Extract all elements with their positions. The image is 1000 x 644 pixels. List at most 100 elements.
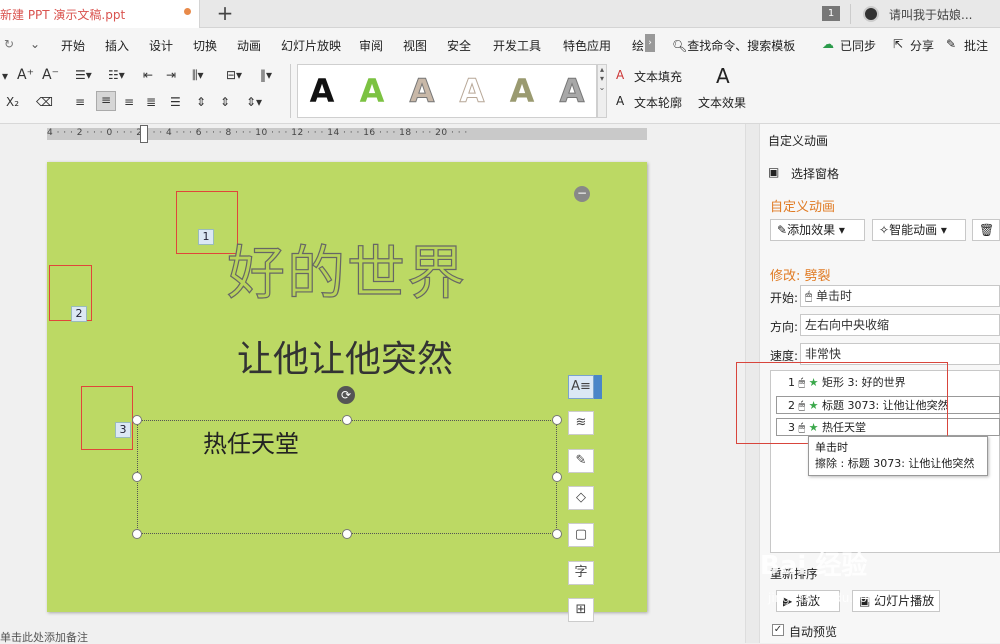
gallery-scroll[interactable]: ▴ ▾ ⌄ (597, 64, 607, 118)
decrease-font-icon[interactable]: A⁻ (42, 67, 59, 83)
resize-handle-br[interactable] (552, 529, 562, 539)
document-tab-title: 新建 PPT 演示文稿.ppt (0, 8, 126, 22)
pen-icon[interactable]: ✎ (568, 449, 594, 473)
line-spacing-options-icon[interactable]: ⇕▾ (246, 94, 262, 110)
resize-handle-tr[interactable] (552, 415, 562, 425)
resize-handle-tl[interactable] (132, 415, 142, 425)
slide-subtitle[interactable]: 让他让他突然 (237, 330, 453, 382)
direction-select[interactable]: 左右向中央收缩 (800, 314, 1000, 336)
style-olive-fill[interactable]: A (502, 71, 542, 111)
document-tab[interactable]: 新建 PPT 演示文稿.ppt (0, 0, 200, 28)
delete-button[interactable]: 🗑︎ (972, 219, 1000, 241)
sync-status[interactable]: 已同步 (840, 37, 876, 54)
resize-handle-b[interactable] (342, 529, 352, 539)
menu-scroll-right-icon[interactable]: › (645, 34, 655, 52)
increase-font-icon[interactable]: A⁺ (17, 67, 34, 83)
user-name[interactable]: 请叫我于姑娘... (889, 6, 1000, 23)
smart-animation-label: 智能动画 (889, 223, 938, 237)
resize-handle-l[interactable] (132, 472, 142, 482)
slide-canvas[interactable]: 1 2 3 好的世界 让他让他突然 ⟳ 热任天堂 (47, 162, 647, 612)
menu-tab-animation[interactable]: 动画 (237, 37, 261, 54)
menu-tab-developer[interactable]: 开发工具 (493, 37, 541, 54)
user-avatar[interactable] (863, 6, 879, 22)
border-icon[interactable]: ▢ (568, 523, 594, 547)
menu-tab-security[interactable]: 安全 (447, 37, 471, 54)
menu-tab-transition[interactable]: 切换 (193, 37, 217, 54)
expand-arrow-icon[interactable] (594, 375, 602, 399)
dropdown-arrow-icon[interactable]: ▾ (2, 68, 8, 84)
eraser-icon[interactable]: ⌫ (36, 94, 53, 110)
menu-tab-design[interactable]: 设计 (149, 37, 173, 54)
cloud-sync-icon: ☁ (822, 37, 834, 51)
style-outline-white[interactable]: A (452, 71, 492, 111)
comment-icon: ✎ (946, 37, 957, 51)
fill-icon[interactable]: ◇ (568, 486, 594, 510)
resize-handle-bl[interactable] (132, 529, 142, 539)
panel-header[interactable]: 自定义动画 (768, 132, 828, 149)
line-spacing-icon[interactable]: ‖▾ (260, 67, 272, 83)
comment-button[interactable]: 批注 (964, 37, 988, 54)
menu-tab-review[interactable]: 审阅 (359, 37, 383, 54)
align-right-icon[interactable]: ≡ (124, 94, 134, 110)
smart-animation-button[interactable]: ✧智能动画 ▾ (872, 219, 966, 241)
animation-tag-3[interactable]: 3 (115, 422, 131, 438)
rotate-handle-icon[interactable]: ⟳ (337, 386, 355, 404)
tab-count-badge[interactable]: 1 (822, 6, 840, 21)
numbered-list-icon[interactable]: ☷▾ (108, 67, 125, 83)
align-left-icon[interactable]: ≡ (75, 94, 85, 110)
subscript-icon[interactable]: X₂ (6, 94, 19, 110)
highlight-box-list (736, 362, 948, 444)
indent-marker-icon[interactable] (140, 125, 148, 143)
text-effect-button[interactable]: 文本效果 (698, 94, 746, 111)
text-style-gallery[interactable]: A A A A A A (297, 64, 597, 118)
style-green-fill[interactable]: A (352, 71, 392, 111)
menu-tab-features[interactable]: 特色应用 (563, 37, 611, 54)
increase-indent-icon[interactable]: ⇥ (166, 67, 176, 83)
share-button[interactable]: 分享 (910, 37, 934, 54)
selected-textbox[interactable] (137, 420, 557, 534)
notes-area[interactable]: 单击此处添加备注 (0, 632, 745, 643)
resize-handle-t[interactable] (342, 415, 352, 425)
text-outline-button[interactable]: 文本轮廓 (634, 94, 682, 111)
quick-access-dropdown-icon[interactable]: ⌄ (30, 37, 40, 51)
font-icon[interactable]: 字 (568, 561, 594, 585)
menu-tab-insert[interactable]: 插入 (105, 37, 129, 54)
layers-icon[interactable]: ≋ (568, 411, 594, 435)
auto-preview-checkbox[interactable]: ✓ (772, 624, 784, 636)
para-spacing-icon[interactable]: ⇕ (196, 94, 206, 110)
bullet-list-icon[interactable]: ☰▾ (75, 67, 92, 83)
align-center-icon[interactable]: ≡ (96, 91, 116, 111)
animation-tooltip: 单击时 擦除 : 标题 3073: 让他让他突然 (808, 436, 988, 476)
animation-tag-2[interactable]: 2 (71, 306, 87, 322)
text-direction-icon[interactable]: ⊟▾ (226, 67, 242, 83)
menu-tab-slideshow[interactable]: 幻灯片放映 (281, 37, 341, 54)
text-fill-button[interactable]: 文本填充 (634, 68, 682, 85)
animation-tag-1[interactable]: 1 (198, 229, 214, 245)
columns-icon[interactable]: ⫼▾ (192, 67, 204, 83)
distribute-icon[interactable]: ☰ (170, 94, 181, 110)
style-grey-bevel[interactable]: A (552, 71, 592, 111)
decrease-indent-icon[interactable]: ⇤ (143, 67, 153, 83)
text-tool-icon[interactable]: A≡ (568, 375, 594, 399)
mouse-icon: 🖱︎ (805, 289, 813, 303)
command-search[interactable]: 🔍︎查找命令、搜索模板 (672, 37, 795, 54)
redo-icon[interactable]: ↻ (4, 37, 14, 51)
style-black-fill[interactable]: A (302, 71, 342, 111)
start-select[interactable]: 🖱︎ 单击时 (800, 285, 1000, 307)
command-search-label: 查找命令、搜索模板 (687, 39, 796, 53)
style-outline-tan[interactable]: A (402, 71, 442, 111)
slide-title[interactable]: 好的世界 (226, 226, 467, 310)
select-pane-button[interactable]: 选择窗格 (791, 165, 839, 182)
menu-tab-draw[interactable]: 绘 (632, 37, 644, 54)
para-spacing-after-icon[interactable]: ⇕ (220, 94, 230, 110)
more-tools-icon[interactable]: ⊞ (568, 598, 594, 622)
menu-tab-home[interactable]: 开始 (61, 37, 85, 54)
add-effect-button[interactable]: ✎添加效果 ▾ (770, 219, 865, 241)
slide-body-text[interactable]: 热任天堂 (203, 424, 299, 459)
resize-handle-r[interactable] (552, 472, 562, 482)
horizontal-ruler[interactable]: 4 · · · 2 · · · 0 · · · 2 · · · 4 · · · … (47, 128, 647, 140)
justify-icon[interactable]: ≣ (146, 94, 156, 110)
collapse-tools-icon[interactable]: − (574, 186, 590, 202)
menu-tab-view[interactable]: 视图 (403, 37, 427, 54)
new-tab-button[interactable]: + (214, 2, 236, 24)
